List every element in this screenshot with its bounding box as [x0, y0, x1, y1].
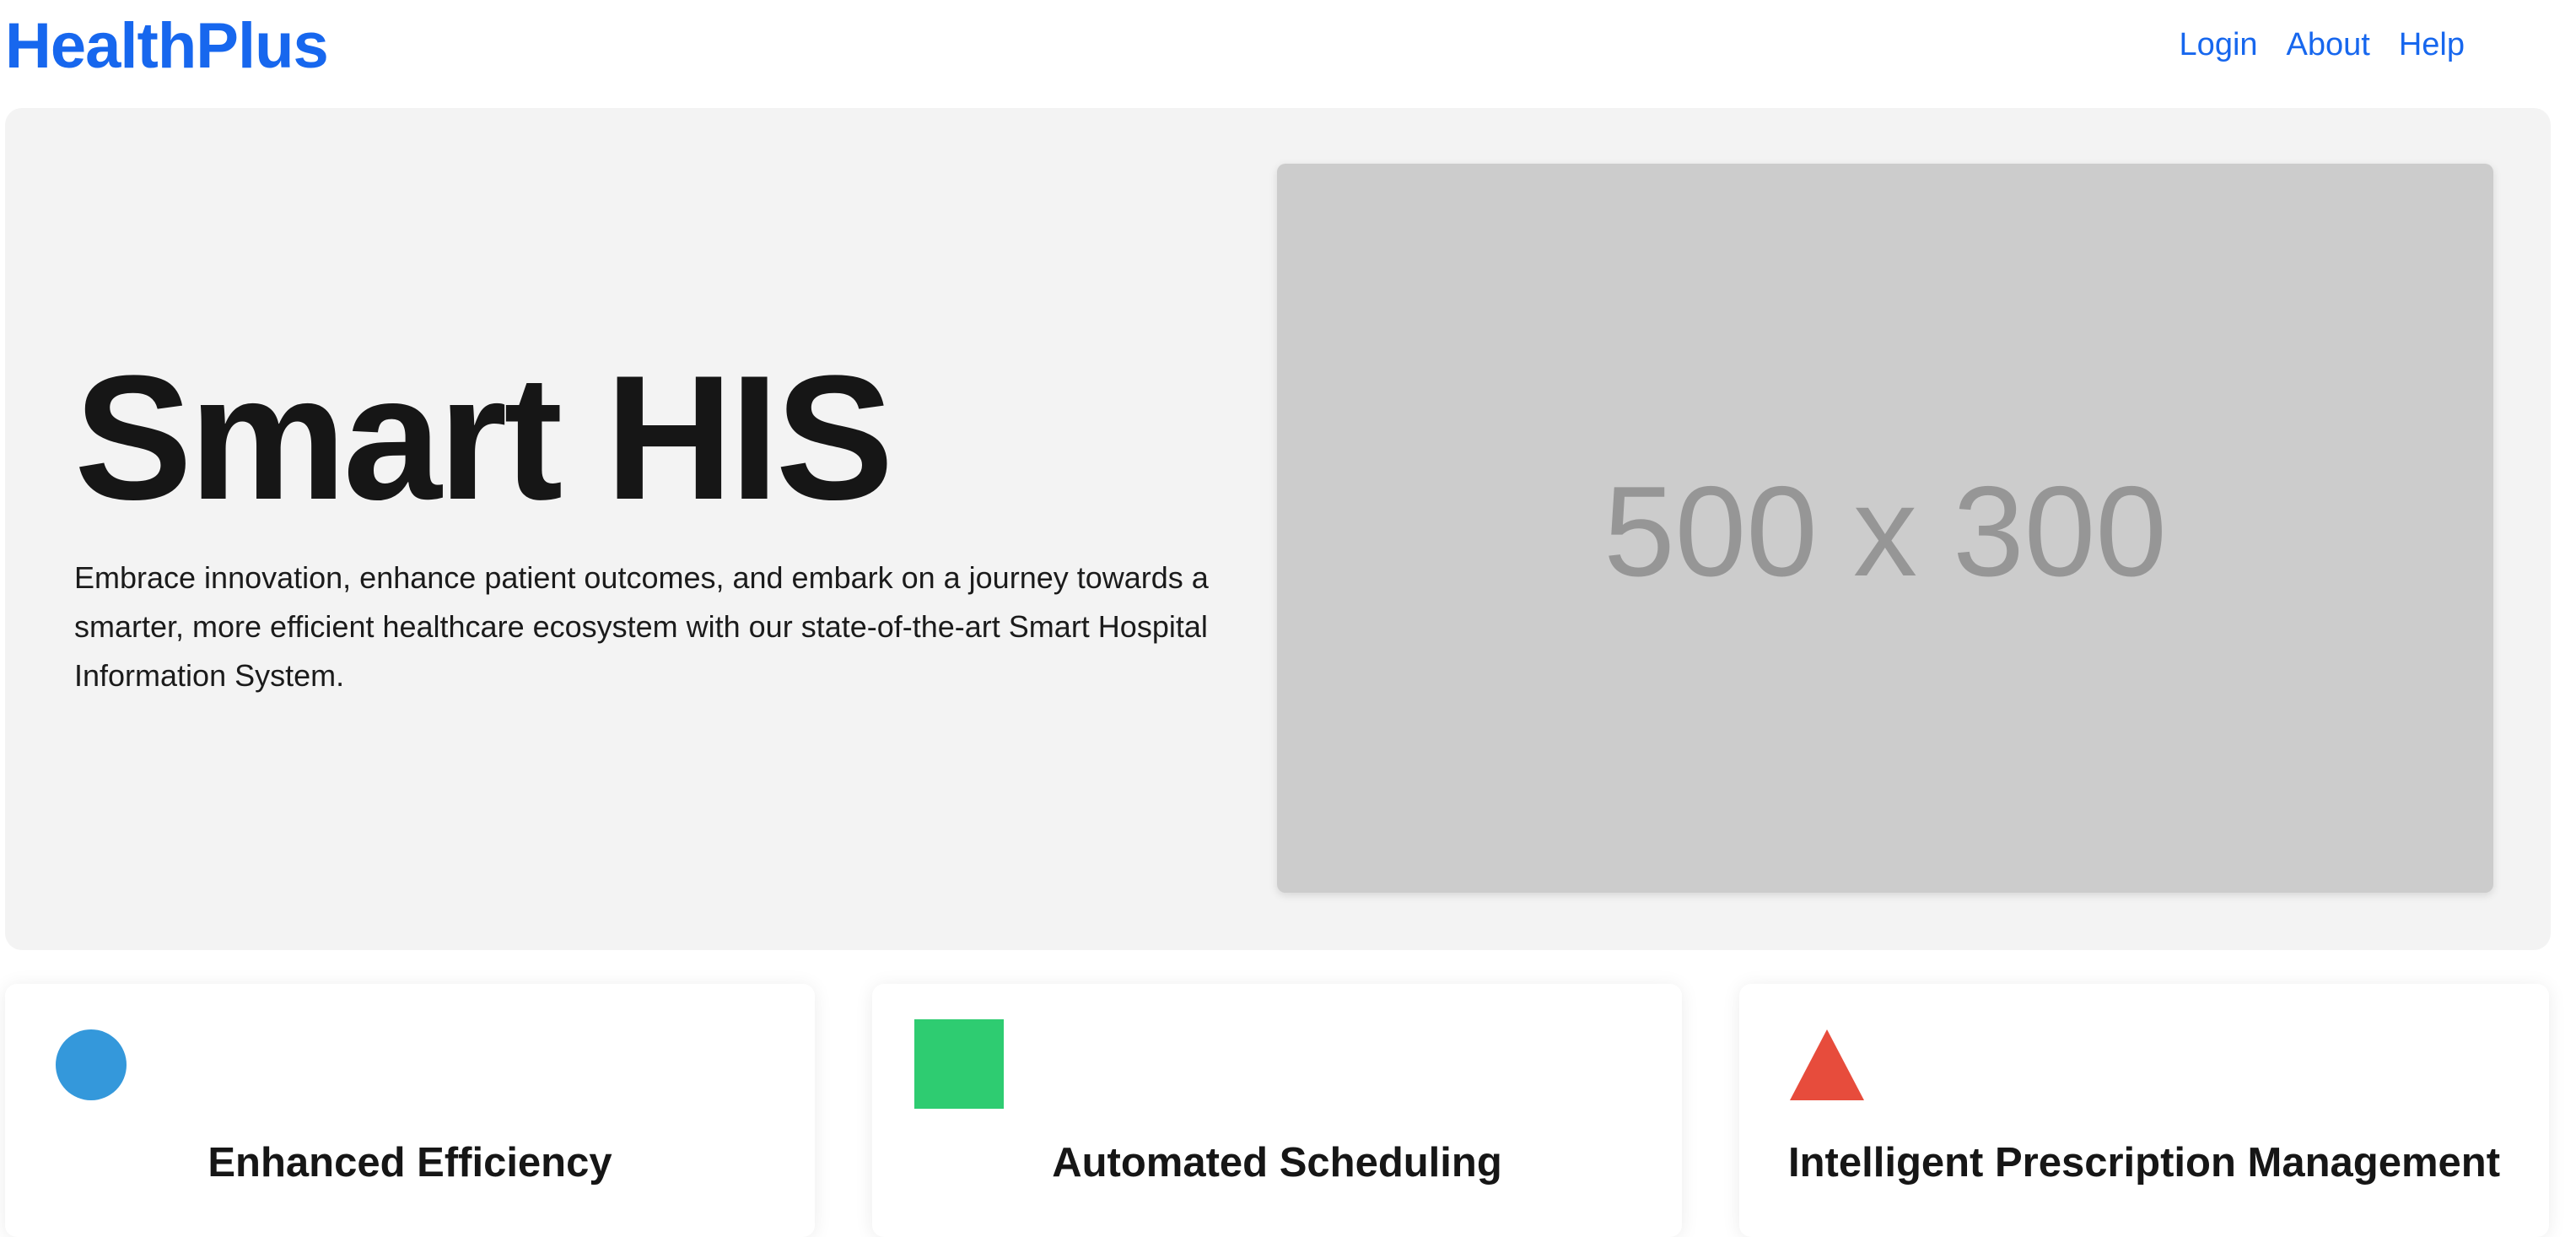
feature-title: Automated Scheduling	[1052, 1140, 1502, 1186]
nav-help-link[interactable]: Help	[2399, 24, 2465, 66]
feature-card-efficiency: Enhanced Efficiency	[5, 984, 815, 1237]
brand-logo[interactable]: HealthPlus	[5, 8, 329, 84]
feature-title: Enhanced Efficiency	[207, 1140, 612, 1186]
feature-card-prescription: Intelligent Prescription Management	[1739, 984, 2549, 1237]
feature-card-scheduling: Automated Scheduling	[872, 984, 1682, 1237]
top-nav: Login About Help	[2180, 24, 2465, 66]
triangle-icon	[1790, 1029, 1864, 1100]
nav-login-link[interactable]: Login	[2180, 24, 2258, 66]
square-icon	[914, 1019, 1004, 1109]
hero-title: Smart HIS	[74, 338, 894, 537]
nav-about-link[interactable]: About	[2287, 24, 2370, 66]
circle-icon	[56, 1029, 127, 1100]
image-placeholder-label: 500 x 300	[1603, 459, 2167, 603]
site-header: HealthPlus Login About Help	[0, 0, 2576, 101]
hero-image-placeholder: 500 x 300	[1277, 164, 2493, 893]
feature-title: Intelligent Prescription Management	[1787, 1140, 2501, 1186]
hero-description: Embrace innovation, enhance patient outc…	[74, 560, 1209, 693]
hero-section: Smart HIS Embrace innovation, enhance pa…	[5, 108, 2551, 950]
